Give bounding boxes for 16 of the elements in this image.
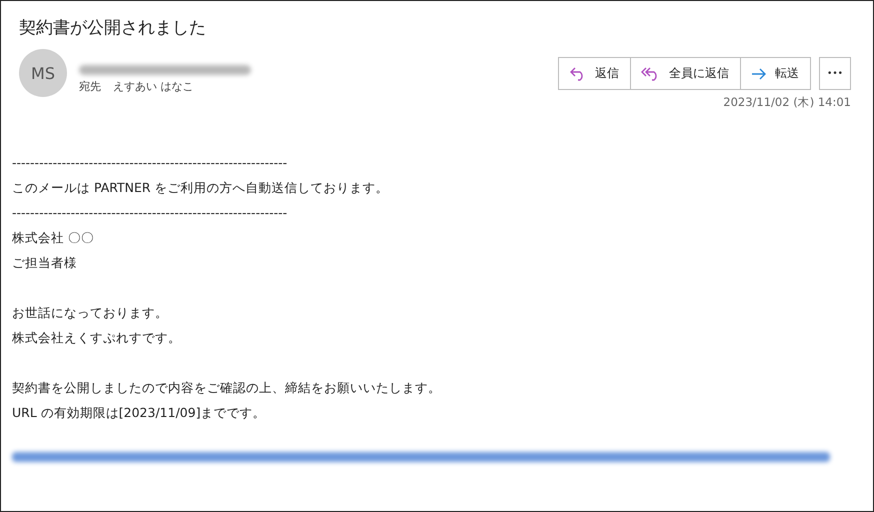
body-text: このメールは PARTNER をご利用の方へ自動送信しております。 <box>12 179 389 197</box>
body-text: URL の有効期限は[2023/11/09]までです。 <box>12 404 266 422</box>
body-text: お世話になっております。 <box>12 304 168 322</box>
body-text: ------------------------------------------------------------- <box>12 204 288 222</box>
body-text: 株式会社 〇〇 <box>12 229 94 247</box>
body-text: ------------------------------------------------------------- <box>12 154 288 172</box>
more-button[interactable]: ••• <box>819 57 851 90</box>
body-text: 契約書を公開しましたので内容をご確認の上、締結をお願いいたします。 <box>12 379 441 397</box>
recipient-label: 宛先 <box>79 79 101 94</box>
body-text: ご担当者様 <box>12 254 77 272</box>
sender-avatar: MS <box>19 49 67 97</box>
recipient-name: えすあい はなこ <box>113 79 194 94</box>
forward-icon <box>751 68 767 80</box>
email-subject: 契約書が公開されました <box>19 17 206 40</box>
body-text: 株式会社えくすぷれすです。 <box>12 329 181 347</box>
sent-date: 2023/11/02 (木) 14:01 <box>723 95 851 110</box>
